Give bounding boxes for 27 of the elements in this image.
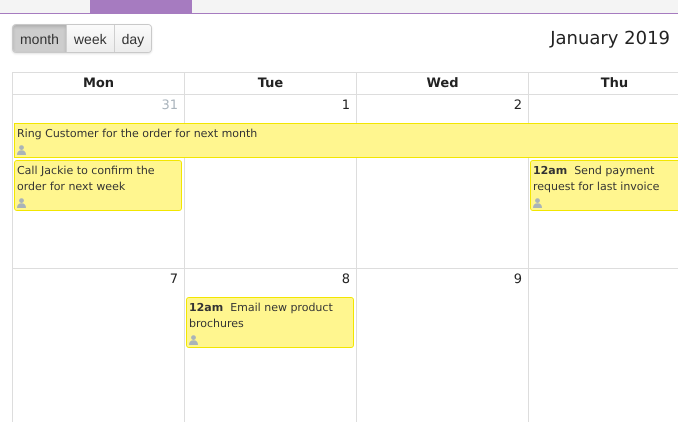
view-button[interactable]: day xyxy=(114,25,152,52)
day-number: 7 xyxy=(170,272,178,287)
weekday-header: Tue xyxy=(184,73,356,94)
calendar-event[interactable]: Ring Customer for the order for next month xyxy=(14,123,678,158)
weekday-header: Wed xyxy=(356,73,528,94)
day-number: 2 xyxy=(514,98,522,113)
event-text: Call Jackie to confirm the order for next week xyxy=(17,163,156,195)
day-number: 8 xyxy=(342,272,350,287)
month-title: January 2019 xyxy=(550,28,670,49)
day-number: 31 xyxy=(161,98,178,113)
event-text: 12am Email new product brochures xyxy=(189,300,334,332)
day-number: 9 xyxy=(514,272,522,287)
calendar-event[interactable]: Call Jackie to confirm the order for next week xyxy=(14,160,182,211)
weekday-header: Thu xyxy=(528,73,678,94)
active-tab[interactable] xyxy=(90,0,192,13)
event-text: Ring Customer for the order for next month xyxy=(17,126,258,142)
view-button[interactable]: month xyxy=(13,25,66,52)
weekday-header: Mon xyxy=(12,73,184,94)
calendar-event[interactable]: 12am Send payment request for last invoice xyxy=(530,160,678,211)
view-button[interactable]: week xyxy=(66,25,114,52)
person-icon xyxy=(533,198,542,208)
person-icon xyxy=(17,198,26,208)
calendar-event[interactable]: 12am Email new product brochures xyxy=(186,297,354,348)
person-icon xyxy=(189,335,198,345)
event-text: 12am Send payment request for last invoice xyxy=(533,163,660,195)
person-icon xyxy=(17,145,26,155)
day-number: 1 xyxy=(342,98,350,113)
